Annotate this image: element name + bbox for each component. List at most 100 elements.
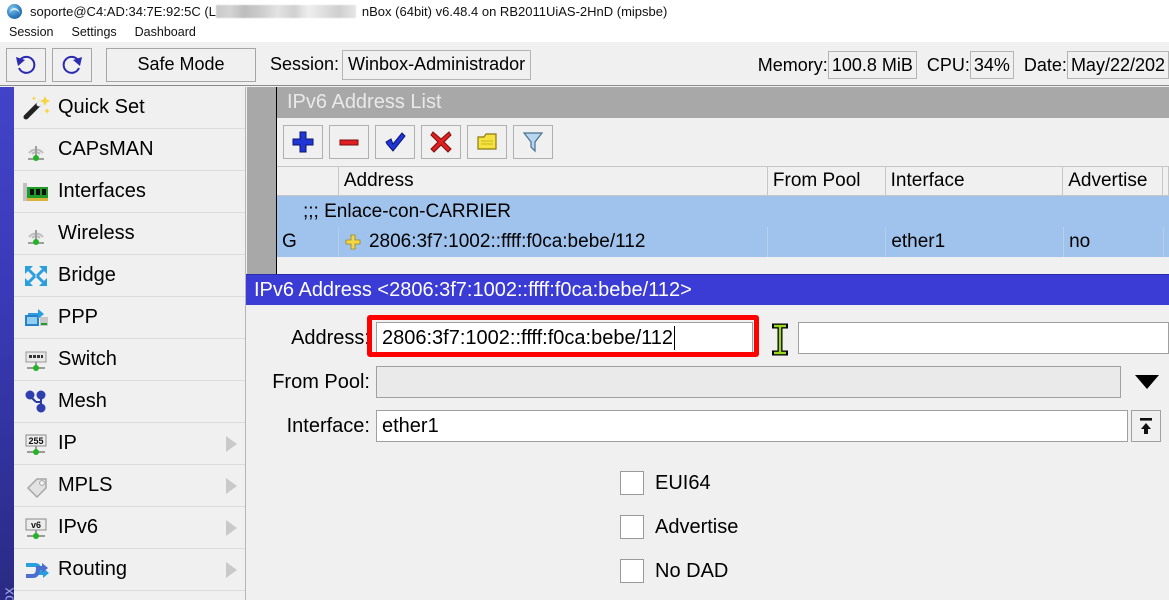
eui64-checkbox[interactable] (620, 471, 644, 495)
from-pool-input[interactable] (376, 366, 1121, 398)
cell-address-text: 2806:3f7:1002::ffff:f0ca:bebe/112 (369, 231, 645, 253)
magic-wand-icon (14, 95, 58, 121)
sidebar-item-switch[interactable]: Switch (14, 339, 245, 381)
winbox-application-window: soporte@C4:AD:34:7E:92:5C (L nBox (64bit… (0, 0, 1169, 600)
redo-button[interactable] (52, 48, 92, 82)
session-label: Session: (270, 54, 339, 75)
chevron-right-icon (226, 520, 237, 536)
checkbox-row-advertise: Advertise (246, 505, 1169, 549)
undo-button[interactable] (6, 48, 46, 82)
menu-dashboard[interactable]: Dashboard (126, 24, 205, 40)
interface-label: Interface: (246, 415, 376, 438)
interface-dropdown-button[interactable] (1131, 410, 1161, 442)
network-card-icon (14, 179, 58, 205)
yellow-cross-icon (344, 233, 362, 251)
column-address[interactable]: Address (339, 167, 768, 196)
sidebar-label: Quick Set (58, 96, 145, 119)
date-value: May/22/202 (1067, 51, 1169, 79)
enable-button[interactable] (375, 125, 415, 159)
no-dad-checkbox[interactable] (620, 559, 644, 583)
sidebar-item-interfaces[interactable]: Interfaces (14, 171, 245, 213)
list-window-title: IPv6 Address List (277, 87, 1169, 118)
cell-advertise: no (1064, 227, 1164, 257)
dropdown-list-icon (1137, 415, 1155, 437)
sidebar-item-ipv6[interactable]: v6 IPv6 (14, 507, 245, 549)
switch-icon (14, 347, 58, 373)
sidebar-item-ppp[interactable]: PPP (14, 297, 245, 339)
comment-button[interactable] (467, 125, 507, 159)
sidebar-item-mpls[interactable]: MPLS (14, 465, 245, 507)
field-row-address: Address: 2806:3f7:1002::ffff:f0ca:bebe/1… (246, 316, 1169, 360)
left-spine: WinBox (0, 87, 14, 600)
sidebar-item-bridge[interactable]: Bridge (14, 255, 245, 297)
sidebar-item-quick-set[interactable]: Quick Set (14, 87, 245, 129)
from-pool-label: From Pool: (246, 371, 376, 394)
sidebar-item-capsman[interactable]: CAPsMAN (14, 129, 245, 171)
sidebar-label: Mesh (58, 390, 107, 413)
sidebar-item-mesh[interactable]: Mesh (14, 381, 245, 423)
table-group-row[interactable]: ;;; Enlace-con-CARRIER (277, 196, 1169, 227)
cpu-value: 34% (970, 51, 1014, 79)
titlebar-redacted-block (216, 5, 356, 18)
address-input-value: 2806:3f7:1002::ffff:f0ca:bebe/112 (382, 327, 673, 350)
session-value[interactable]: Winbox-Administrador (342, 50, 531, 80)
sidebar-label: Interfaces (58, 180, 146, 203)
memory-label: Memory: (748, 55, 828, 76)
column-interface[interactable]: Interface (886, 167, 1064, 196)
sidebar-item-ip[interactable]: 255 IP (14, 423, 245, 465)
main-toolbar: Safe Mode Session: Winbox-Administrador … (0, 44, 1169, 86)
interface-input[interactable]: ether1 (376, 410, 1128, 442)
advertise-label: Advertise (655, 516, 738, 539)
ip-255-icon: 255 (14, 431, 58, 457)
cell-flags: G (277, 227, 339, 257)
cross-icon (429, 130, 453, 154)
chevron-right-icon (226, 562, 237, 578)
sidebar-label: Bridge (58, 264, 116, 287)
svg-text:255: 255 (28, 436, 43, 446)
advertise-checkbox[interactable] (620, 515, 644, 539)
column-from-pool[interactable]: From Pool (768, 167, 886, 196)
comment-note-icon (475, 130, 499, 154)
winbox-globe-icon (7, 4, 22, 19)
cell-address: 2806:3f7:1002::ffff:f0ca:bebe/112 (339, 227, 769, 257)
titlebar-version: nBox (64bit) v6.48.4 on RB2011UiAS-2HnD … (362, 4, 667, 19)
date-label: Date: (1014, 55, 1067, 76)
safe-mode-button[interactable]: Safe Mode (106, 48, 256, 82)
address-input-extension[interactable] (798, 322, 1169, 354)
redo-arrow-icon (60, 54, 84, 76)
sidebar-label: Routing (58, 558, 127, 581)
filter-button[interactable] (513, 125, 553, 159)
chevron-right-icon (226, 436, 237, 452)
table-row[interactable]: G 2806:3f7:1002::ffff:f0ca:bebe/112 ethe… (277, 227, 1169, 257)
menubar: Session Settings Dashboard (0, 22, 1169, 42)
ppp-monitor-icon (14, 305, 58, 331)
remove-button[interactable] (329, 125, 369, 159)
titlebar-user: soporte@C4:AD:34:7E:92:5C (L (30, 4, 216, 19)
list-window-toolbar (277, 118, 1169, 166)
sidebar-item-routing[interactable]: Routing (14, 549, 245, 591)
disable-button[interactable] (421, 125, 461, 159)
window-gutter (247, 87, 276, 277)
mpls-tag-icon (14, 473, 58, 499)
menu-session[interactable]: Session (0, 24, 62, 40)
sidebar-item-wireless[interactable]: Wireless (14, 213, 245, 255)
sidebar-label: MPLS (58, 474, 112, 497)
column-advertise[interactable]: Advertise (1063, 167, 1163, 196)
minus-icon (337, 130, 361, 154)
address-input[interactable]: 2806:3f7:1002::ffff:f0ca:bebe/112 (376, 322, 753, 354)
menu-settings[interactable]: Settings (62, 24, 125, 40)
sidebar-label: CAPsMAN (58, 138, 154, 161)
antenna-signal-icon (14, 137, 58, 163)
column-flags[interactable] (277, 167, 339, 196)
sidebar-label: IPv6 (58, 516, 98, 539)
checkbox-row-eui64: EUI64 (246, 461, 1169, 505)
add-button[interactable] (283, 125, 323, 159)
memory-value: 100.8 MiB (828, 51, 917, 79)
address-label: Address: (246, 327, 376, 350)
sidebar-label: IP (58, 432, 77, 455)
sidebar-item-system[interactable]: System (14, 591, 245, 600)
chevron-down-icon[interactable] (1135, 375, 1159, 389)
plus-icon (291, 130, 315, 154)
cell-spacer (1164, 227, 1169, 257)
ipv6-address-list-window: IPv6 Address List (276, 87, 1169, 277)
